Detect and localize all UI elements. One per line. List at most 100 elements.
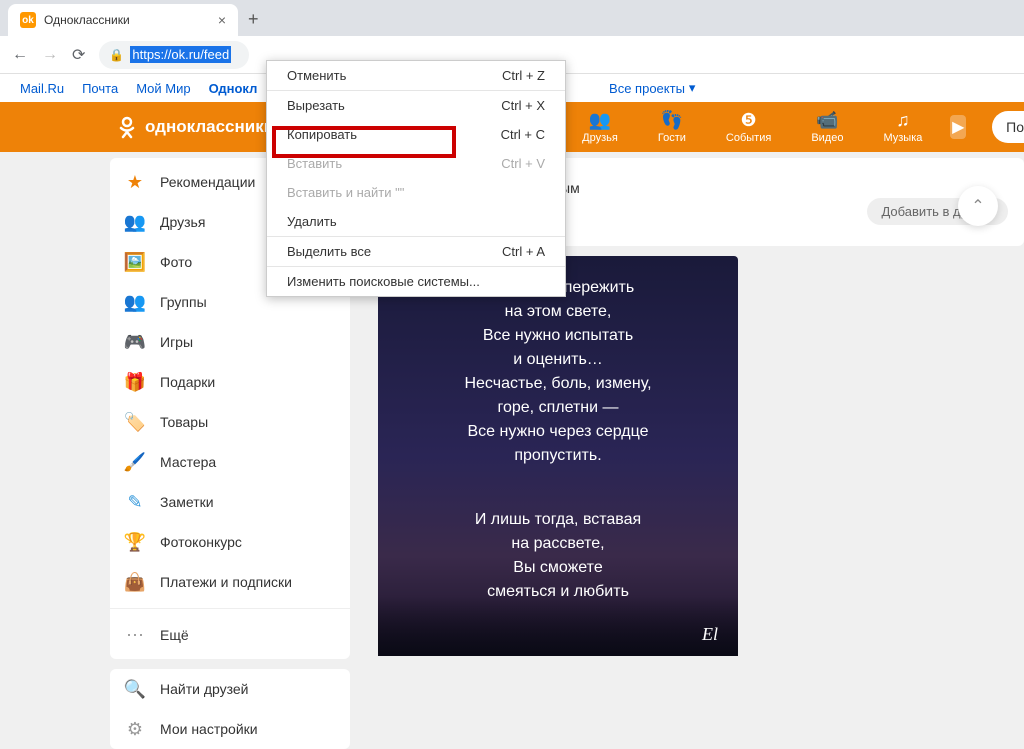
gamepad-icon: 🎮 [124,331,146,353]
sidebar-item-label: Друзья [160,214,205,230]
ctx-undo[interactable]: Отменить Ctrl + Z [267,61,565,90]
photo-icon: 🖼️ [124,251,146,273]
ctx-shortcut: Ctrl + V [501,156,545,171]
left-sidebar-secondary: 🔍Найти друзей ⚙ Мои настройки [110,669,350,749]
post-author-fragment: ым [560,180,1008,196]
sidebar-item-label: Рекомендации [160,174,255,190]
address-bar[interactable]: 🔒 https://ok.ru/feed [99,41,249,69]
sidebar-item-payments[interactable]: 👜Платежи и подписки [110,562,350,602]
nav-music[interactable]: ♫Музыка [883,110,922,144]
ctx-label: Вырезать [287,98,345,113]
sidebar-item-label: Товары [160,414,208,430]
ctx-shortcut: Ctrl + Z [502,68,545,83]
pen-icon: ✎ [124,491,146,513]
play-icon: ▶ [952,117,964,137]
groups-icon: 👥 [124,291,146,313]
mailru-link-world[interactable]: Мой Мир [136,81,190,96]
post-image[interactable]: Все нужно пережить на этом свете, Все ну… [378,256,738,656]
tag-icon: 🏷️ [124,411,146,433]
ctx-select-all[interactable]: Выделить все Ctrl + A [267,237,565,266]
brush-icon: 🖌️ [124,451,146,473]
gear-icon: ⚙ [124,718,146,740]
ctx-shortcut: Ctrl + C [501,127,545,142]
ctx-shortcut: Ctrl + A [502,244,545,259]
gift-icon: 🎁 [124,371,146,393]
all-projects-dropdown[interactable]: Все проекты ▾ [609,80,695,96]
sidebar-item-label: Найти друзей [160,681,249,697]
ctx-label: Выделить все [287,244,371,259]
search-button[interactable]: По [992,111,1024,143]
more-icon: ⋯ [124,624,146,646]
ok-logo-icon [115,115,139,139]
lock-icon: 🔒 [109,48,124,62]
ctx-label: Копировать [287,127,357,142]
nav-label: События [726,132,771,144]
sidebar-item-gifts[interactable]: 🎁 Подарки [110,362,350,402]
sidebar-item-find-friends[interactable]: 🔍Найти друзей [110,669,350,709]
post-text: И лишь тогда, вставая на рассвете, Вы см… [398,508,718,604]
tab-favicon-icon: ok [20,12,36,28]
sidebar-item-contest[interactable]: 🏆Фотоконкурс [110,522,350,562]
nav-video[interactable]: 📹 Видео [811,110,843,144]
close-icon[interactable]: × [218,12,226,28]
nav-friends[interactable]: 👥 Друзья [582,110,618,144]
chevron-down-icon: ▾ [689,80,696,96]
signature: El [702,621,718,648]
nav-label: Музыка [883,132,922,144]
sidebar-item-label: Подарки [160,374,215,390]
new-tab-button[interactable]: + [238,9,269,36]
scroll-to-top-button[interactable]: ⌃ [958,186,998,226]
nav-label: Гости [658,132,686,144]
sidebar-item-masters[interactable]: 🖌️Мастера [110,442,350,482]
events-icon: ❺ [741,110,757,130]
url-text: https://ok.ru/feed [130,46,231,63]
back-button[interactable]: ← [12,46,28,64]
chevron-up-icon: ⌃ [971,196,984,216]
sidebar-item-label: Фото [160,254,192,270]
context-menu: Отменить Ctrl + Z Вырезать Ctrl + X Копиро… [266,60,566,297]
sidebar-item-label: Игры [160,334,193,350]
nav-guests[interactable]: 👣 Гости [658,110,686,144]
video-icon: 📹 [816,110,838,130]
silhouette-decoration [378,596,738,656]
ctx-copy[interactable]: Копировать Ctrl + C [267,120,565,149]
ctx-label: Вставить [287,156,342,171]
nav-label: Видео [811,132,843,144]
ctx-paste-search: Вставить и найти "" [267,178,565,207]
ctx-cut[interactable]: Вырезать Ctrl + X [267,91,565,120]
sidebar-item-settings[interactable]: ⚙ Мои настройки [110,709,350,749]
sidebar-item-notes[interactable]: ✎ Заметки [110,482,350,522]
friends-icon: 👥 [124,211,146,233]
ok-logo-link[interactable]: одноклассники [115,115,274,139]
browser-tab[interactable]: ok Одноклассники × [8,4,238,36]
forward-button[interactable]: → [42,46,58,64]
ctx-label: Удалить [287,214,337,229]
guests-icon: 👣 [661,110,683,130]
wallet-icon: 👜 [124,571,146,593]
ctx-label: Вставить и найти "" [287,185,404,200]
sidebar-item-label: Ещё [160,627,189,643]
ctx-label: Отменить [287,68,346,83]
separator [110,608,350,609]
mailru-link[interactable]: Mail.Ru [20,81,64,96]
sidebar-item-label: Заметки [160,494,214,510]
ok-brand-text: одноклассники [145,117,274,137]
ctx-search-engines[interactable]: Изменить поисковые системы... [267,267,565,296]
ctx-label: Изменить поисковые системы... [287,274,480,289]
sidebar-item-games[interactable]: 🎮 Игры [110,322,350,362]
ctx-paste: Вставить Ctrl + V [267,149,565,178]
ctx-delete[interactable]: Удалить [267,207,565,236]
trophy-icon: 🏆 [124,531,146,553]
play-button[interactable]: ▶ [950,115,966,139]
friends-icon: 👥 [589,110,611,130]
nav-events[interactable]: ❺ События [726,110,771,144]
reload-button[interactable]: ⟳ [72,45,85,65]
mailru-link-ok[interactable]: Однокл [209,81,258,96]
sidebar-item-goods[interactable]: 🏷️ Товары [110,402,350,442]
post-text: Все нужно пережить на этом свете, Все ну… [398,276,718,468]
ctx-shortcut: Ctrl + X [501,98,545,113]
sidebar-item-more[interactable]: ⋯ Ещё [110,615,350,655]
mailru-link-mail[interactable]: Почта [82,81,118,96]
sidebar-item-label: Мои настройки [160,721,258,737]
nav-label: Друзья [582,132,618,144]
